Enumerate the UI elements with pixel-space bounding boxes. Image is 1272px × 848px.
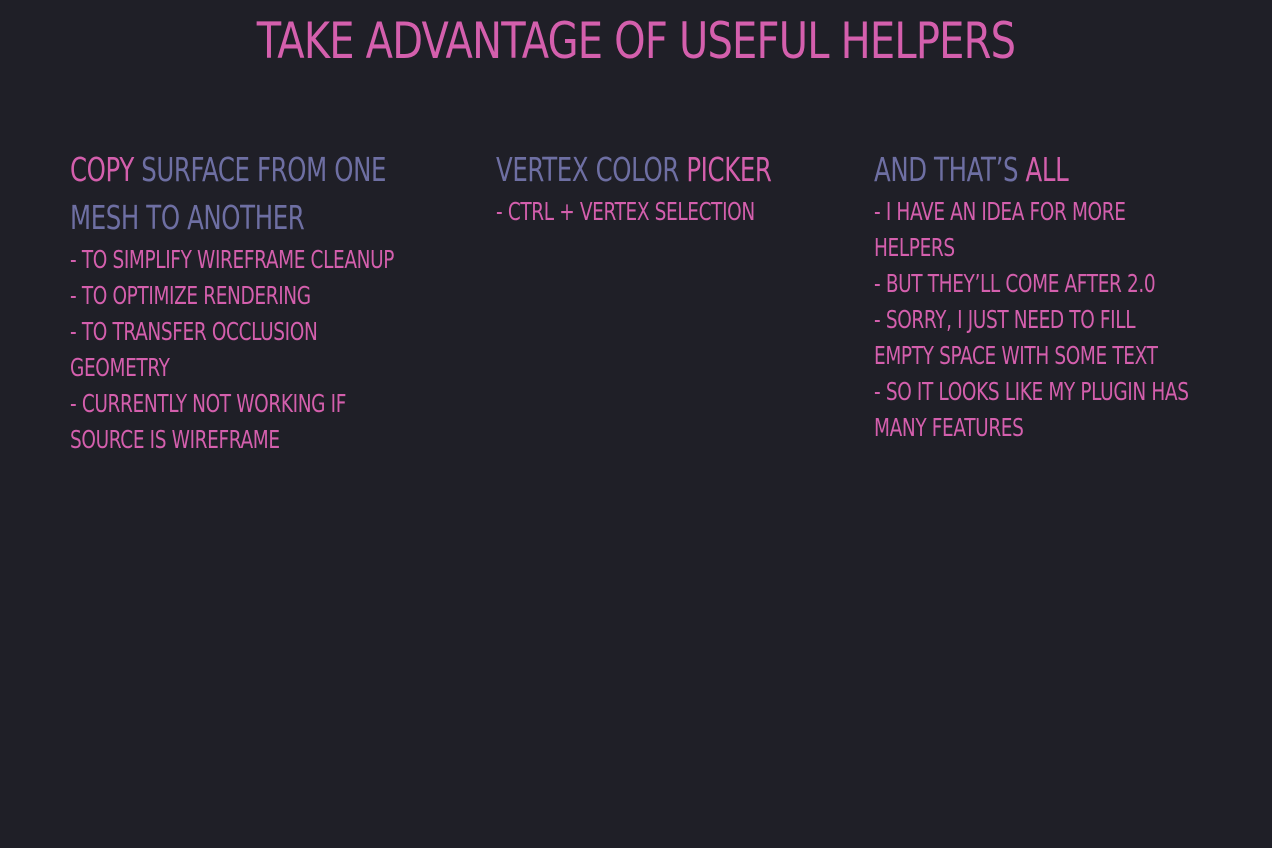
bullet-list: - to simplify wireframe cleanup - to opt… — [70, 242, 396, 458]
column-heading: Vertex color picker — [496, 146, 822, 194]
slide-title: Take advantage of useful helpers — [256, 12, 1016, 70]
list-item: - currently not working if source is wir… — [70, 389, 346, 454]
column-heading: Copy surface from one mesh to another — [70, 146, 396, 242]
heading-text: Vertex color — [496, 150, 687, 189]
column-heading: And that’s all — [874, 146, 1200, 194]
heading-highlight: all — [1025, 150, 1069, 189]
list-item: - to transfer occlusion geometry — [70, 317, 318, 382]
list-item: - but they’ll come after 2.0 — [874, 269, 1156, 298]
bullet-list: - Ctrl + vertex selection — [496, 194, 822, 230]
list-item: - to optimize rendering — [70, 281, 311, 310]
heading-highlight: Copy — [70, 150, 134, 189]
list-item: - so it looks like my plugin has many fe… — [874, 377, 1189, 442]
list-item: - sorry, I just need to fill empty space… — [874, 305, 1158, 370]
bullet-list: - I have an idea for more helpers - but … — [874, 194, 1200, 446]
column-vertex-color-picker: Vertex color picker - Ctrl + vertex sele… — [496, 146, 822, 230]
list-item: - I have an idea for more helpers — [874, 197, 1126, 262]
column-copy-surface: Copy surface from one mesh to another - … — [70, 146, 396, 458]
list-item: - to simplify wireframe cleanup — [70, 245, 395, 274]
column-and-thats-all: And that’s all - I have an idea for more… — [874, 146, 1200, 446]
heading-highlight: picker — [686, 150, 772, 189]
heading-text: And that’s — [874, 150, 1026, 189]
list-item: - Ctrl + vertex selection — [496, 197, 755, 226]
